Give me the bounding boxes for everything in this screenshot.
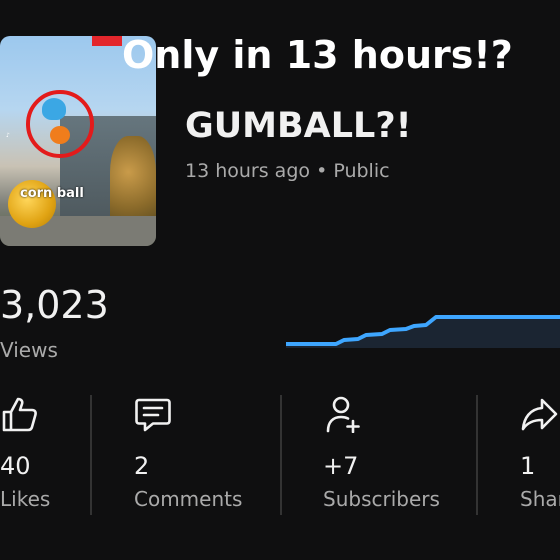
time-ago: 13 hours ago bbox=[185, 160, 311, 182]
thumbnail-red-tab bbox=[92, 36, 122, 46]
thumbnail-tree bbox=[110, 136, 156, 226]
darwin-character-icon bbox=[50, 126, 70, 144]
views-count: 3,023 bbox=[0, 283, 109, 327]
views-label: Views bbox=[0, 338, 58, 362]
stat-divider bbox=[90, 395, 92, 515]
comments-label: Comments bbox=[134, 487, 243, 511]
tiktok-logo-icon: ♪ bbox=[6, 132, 10, 139]
thumbs-up-icon bbox=[2, 397, 37, 432]
subscribers-label: Subscribers bbox=[323, 487, 440, 511]
subscribers-value: +7 bbox=[323, 452, 359, 480]
overlay-headline: Only in 13 hours!? bbox=[122, 33, 513, 77]
stat-divider bbox=[280, 395, 282, 515]
shares-label: Shar bbox=[520, 487, 560, 511]
stat-comments[interactable]: 2 Comments bbox=[134, 395, 242, 511]
visibility-status[interactable]: Public bbox=[333, 160, 389, 182]
ball-label: corn ball bbox=[20, 186, 84, 201]
views-sparkline[interactable] bbox=[286, 300, 560, 348]
stat-subscribers[interactable]: +7 Subscribers bbox=[323, 395, 440, 511]
video-meta: 13 hours ago • Public bbox=[185, 160, 390, 182]
stat-divider bbox=[476, 395, 478, 515]
likes-label: Likes bbox=[0, 487, 51, 511]
stat-likes[interactable]: 40 Likes bbox=[0, 395, 50, 511]
add-person-icon bbox=[326, 396, 360, 434]
gumball-character-icon bbox=[42, 98, 66, 120]
stat-shares[interactable]: 1 Shar bbox=[520, 395, 560, 511]
comment-icon bbox=[135, 398, 171, 432]
shares-value: 1 bbox=[520, 452, 536, 480]
share-icon bbox=[521, 398, 558, 431]
likes-value: 40 bbox=[0, 452, 31, 480]
meta-separator: • bbox=[316, 160, 328, 182]
video-title[interactable]: GUMBALL?! bbox=[185, 106, 412, 146]
comments-value: 2 bbox=[134, 452, 150, 480]
